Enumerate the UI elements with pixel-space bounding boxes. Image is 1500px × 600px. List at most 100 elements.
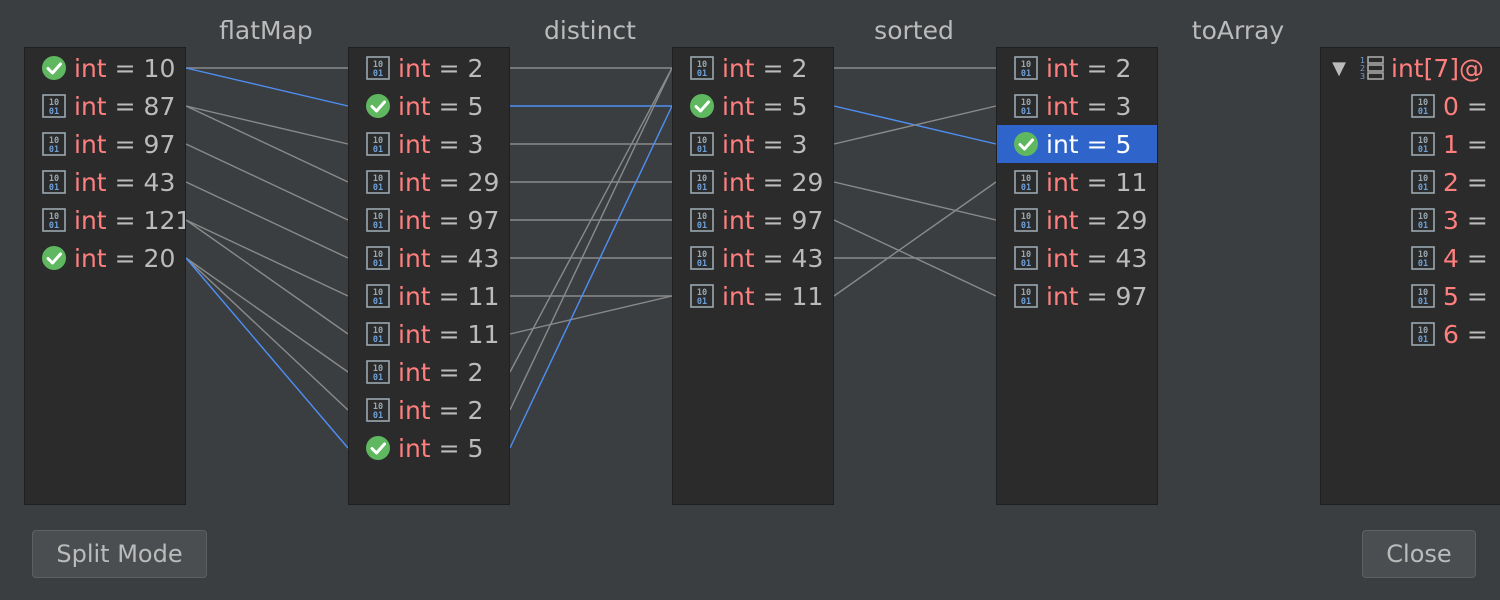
value-row[interactable]: 10 01 int = 3: [349, 125, 509, 163]
equals-sign: =: [114, 205, 136, 235]
result-item-row[interactable]: 10 01 6 =: [1321, 315, 1500, 353]
binary-value-icon: 10 01: [366, 132, 390, 156]
equals-sign: =: [1086, 167, 1108, 197]
svg-text:01: 01: [1418, 145, 1428, 155]
value-row[interactable]: 10 01 int = 43: [673, 239, 833, 277]
equals-sign: =: [438, 395, 460, 425]
check-circle-icon: [1013, 131, 1039, 157]
value-number: 29: [1115, 205, 1148, 235]
result-item-index: 1: [1443, 129, 1459, 159]
value-number: 2: [467, 357, 484, 387]
value-row[interactable]: 10 01 int = 97: [673, 201, 833, 239]
equals-sign: =: [438, 91, 460, 121]
equals-sign: =: [114, 129, 136, 159]
value-row[interactable]: 10 01 int = 97: [349, 201, 509, 239]
value-type: int: [398, 395, 431, 425]
binary-value-icon: 10 01: [690, 208, 714, 232]
value-row[interactable]: 10 01 int = 11: [673, 277, 833, 315]
value-type: int: [398, 53, 431, 83]
value-row[interactable]: 10 01 int = 3: [997, 87, 1157, 125]
value-type: int: [1046, 129, 1079, 159]
value-number: 20: [143, 243, 176, 273]
value-number: 5: [467, 91, 484, 121]
binary-value-icon: 10 01: [366, 208, 390, 232]
value-row[interactable]: int = 5: [349, 87, 509, 125]
value-row[interactable]: int = 10: [25, 49, 185, 87]
value-row[interactable]: 10 01 int = 2: [349, 391, 509, 429]
value-type: int: [1046, 53, 1079, 83]
svg-text:01: 01: [373, 373, 383, 383]
svg-text:01: 01: [373, 183, 383, 193]
equals-sign: =: [762, 53, 784, 83]
values-column-sorted[interactable]: 10 01 int = 2 10 01 int = 3 int = 5 10 01 int = 11 10 01 int…: [996, 47, 1158, 505]
result-item-row[interactable]: 10 01 0 =: [1321, 87, 1500, 125]
value-row[interactable]: 10 01 int = 2: [349, 353, 509, 391]
value-row[interactable]: 10 01 int = 43: [25, 163, 185, 201]
value-row[interactable]: 10 01 int = 3: [673, 125, 833, 163]
values-column-flatmap[interactable]: 10 01 int = 2 int = 5 10 01 int = 3 10 01 int = 29 10 01 int…: [348, 47, 510, 505]
value-number: 121: [143, 205, 185, 235]
svg-text:01: 01: [1021, 221, 1031, 231]
value-row[interactable]: 10 01 int = 11: [997, 163, 1157, 201]
svg-text:01: 01: [49, 145, 59, 155]
value-row[interactable]: 10 01 int = 2: [997, 49, 1157, 87]
value-row[interactable]: int = 20: [25, 239, 185, 277]
value-row[interactable]: int = 5: [349, 429, 509, 467]
result-item-row[interactable]: 10 01 1 =: [1321, 125, 1500, 163]
result-root-row[interactable]: ▼ 1 2 3 int[7]@: [1321, 49, 1500, 87]
split-mode-button[interactable]: Split Mode: [32, 530, 207, 578]
binary-value-icon: 10 01: [690, 170, 714, 194]
value-row[interactable]: 10 01 int = 11: [349, 315, 509, 353]
connection-line: [185, 105, 349, 183]
value-row[interactable]: 10 01 int = 29: [349, 163, 509, 201]
value-number: 5: [791, 91, 808, 121]
value-row[interactable]: 10 01 int = 87: [25, 87, 185, 125]
value-row[interactable]: 10 01 int = 2: [673, 49, 833, 87]
close-button[interactable]: Close: [1362, 530, 1476, 578]
value-row[interactable]: int = 5: [997, 125, 1157, 163]
result-item-row[interactable]: 10 01 4 =: [1321, 239, 1500, 277]
binary-value-icon: 10 01: [366, 56, 390, 80]
result-item-row[interactable]: 10 01 5 =: [1321, 277, 1500, 315]
value-row[interactable]: 10 01 int = 2: [349, 49, 509, 87]
value-type: int: [398, 91, 431, 121]
result-item-row[interactable]: 10 01 2 =: [1321, 163, 1500, 201]
svg-text:01: 01: [1418, 183, 1428, 193]
binary-value-icon: 10 01: [366, 170, 390, 194]
values-column-source[interactable]: int = 10 10 01 int = 87 10 01 int = 97 10 01 int = 43 10 01…: [24, 47, 186, 505]
value-number: 3: [467, 129, 484, 159]
svg-text:01: 01: [1021, 183, 1031, 193]
value-row[interactable]: 1001 int=121: [25, 201, 185, 239]
value-row[interactable]: 10 01 int = 29: [997, 201, 1157, 239]
svg-text:01: 01: [1021, 69, 1031, 79]
equals-sign: =: [438, 53, 460, 83]
value-row[interactable]: 10 01 int = 29: [673, 163, 833, 201]
value-row[interactable]: 10 01 int = 43: [997, 239, 1157, 277]
result-item-index: 0: [1443, 91, 1459, 121]
equals-sign: =: [762, 205, 784, 235]
result-item-row[interactable]: 10 01 3 =: [1321, 201, 1500, 239]
result-item-index: 5: [1443, 281, 1459, 311]
connection-line: [185, 257, 349, 411]
value-number: 97: [791, 205, 824, 235]
value-number: 5: [467, 433, 484, 463]
value-type: int: [1046, 205, 1079, 235]
value-row[interactable]: 10 01 int = 43: [349, 239, 509, 277]
binary-value-icon: 10 01: [1411, 322, 1435, 346]
expand-arrow-icon[interactable]: ▼: [1329, 58, 1349, 79]
equals-sign: =: [114, 167, 136, 197]
value-type: int: [722, 53, 755, 83]
svg-text:01: 01: [697, 145, 707, 155]
result-tree[interactable]: ▼ 1 2 3 int[7]@ 10 01 0 = 10 01 1 = 10 01 2 = 10 01 3 =…: [1320, 47, 1500, 505]
values-column-distinct[interactable]: 10 01 int = 2 int = 5 10 01 int = 3 10 01 int = 29 10 01 int…: [672, 47, 834, 505]
svg-text:01: 01: [373, 335, 383, 345]
value-row[interactable]: 10 01 int = 11: [349, 277, 509, 315]
value-row[interactable]: int = 5: [673, 87, 833, 125]
value-type: int: [74, 243, 107, 273]
result-label: int[7]@: [1391, 53, 1485, 83]
equals-sign: =: [114, 91, 136, 121]
value-row[interactable]: 10 01 int = 97: [997, 277, 1157, 315]
connection-line-active: [509, 105, 673, 449]
equals-sign: =: [438, 357, 460, 387]
value-row[interactable]: 10 01 int = 97: [25, 125, 185, 163]
